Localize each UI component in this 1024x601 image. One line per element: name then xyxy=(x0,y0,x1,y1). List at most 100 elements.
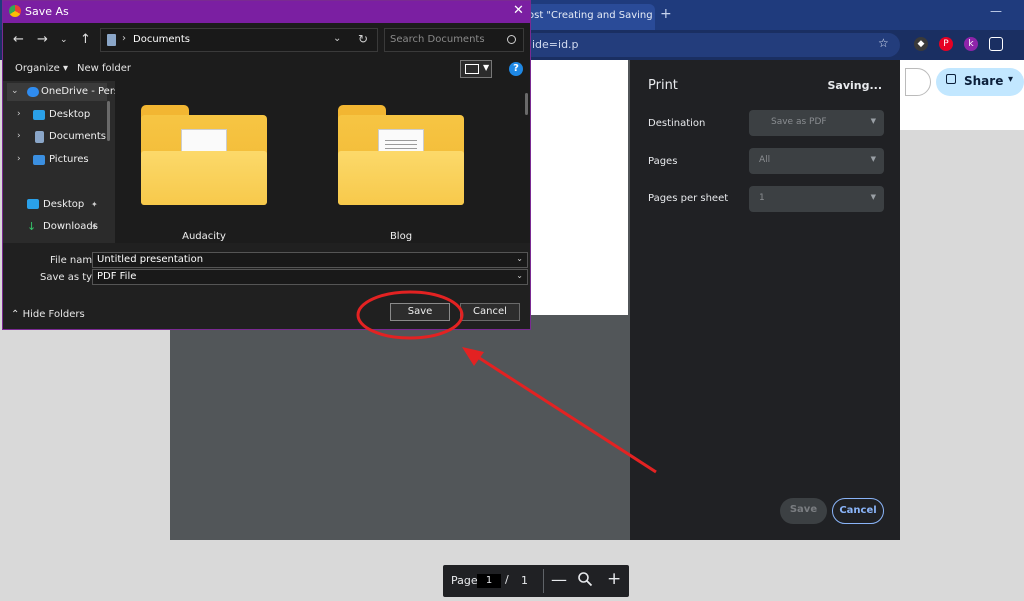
print-status: Saving... xyxy=(827,79,882,92)
minimize-button[interactable]: — xyxy=(990,4,1002,18)
address-bar[interactable]: ide=id.p xyxy=(520,33,900,57)
path-segment-documents[interactable]: Documents xyxy=(133,34,190,45)
chevron-down-icon[interactable]: ⌄ xyxy=(11,86,19,96)
organize-button[interactable]: Organize ▾ xyxy=(15,63,68,74)
file-list-scrollbar[interactable] xyxy=(525,93,528,115)
print-cancel-button[interactable]: Cancel xyxy=(832,498,884,524)
chevron-down-icon: ▼ xyxy=(870,155,876,163)
new-folder-button[interactable]: New folder xyxy=(77,63,131,74)
file-name-input[interactable]: Untitled presentation ⌄ xyxy=(92,252,528,268)
chevron-down-icon: ▼ xyxy=(870,117,876,125)
refresh-icon[interactable]: ↻ xyxy=(358,32,368,46)
chevron-down-icon: ▼ xyxy=(870,193,876,201)
chevron-right-icon[interactable]: › xyxy=(17,109,21,119)
destination-label: Destination xyxy=(648,118,706,129)
chevron-down-icon: ▼ xyxy=(483,63,490,72)
download-arrow-icon: ↓ xyxy=(27,220,37,233)
pin-icon: ✦ xyxy=(91,222,98,231)
chevron-right-icon[interactable]: › xyxy=(17,131,21,141)
extension-pinterest-icon[interactable]: P xyxy=(939,37,953,51)
nav-item-onedrive[interactable]: OneDrive - Perso xyxy=(41,86,115,97)
print-save-button[interactable]: Save xyxy=(780,498,827,524)
pictures-icon xyxy=(33,155,45,165)
recent-locations-icon[interactable]: ⌄ xyxy=(60,35,68,45)
destination-value: Save as PDF xyxy=(771,117,827,127)
destination-select[interactable]: Save as PDF ▼ xyxy=(749,110,884,136)
dialog-title: Save As xyxy=(25,5,69,18)
documents-icon xyxy=(107,34,116,46)
file-name-value: Untitled presentation xyxy=(97,254,204,265)
view-icon xyxy=(465,64,479,74)
file-list: Audacity Blog xyxy=(115,81,530,243)
folder-label-audacity: Audacity xyxy=(182,231,226,242)
dialog-fields: File name: Untitled presentation ⌄ Save … xyxy=(3,243,530,329)
share-dropdown-icon[interactable]: ▾ xyxy=(1008,74,1013,85)
search-placeholder: Search Documents xyxy=(390,34,485,45)
nav-item-documents[interactable]: Documents xyxy=(49,131,106,142)
print-title: Print xyxy=(648,78,678,93)
cancel-button[interactable]: Cancel xyxy=(460,303,520,321)
navigation-pane: ⌄ OneDrive - Perso › Desktop › Documents… xyxy=(3,81,115,243)
pages-per-sheet-label: Pages per sheet xyxy=(648,193,729,204)
nav-item-desktop[interactable]: Desktop xyxy=(49,109,90,120)
search-input[interactable]: Search Documents xyxy=(384,28,524,52)
save-as-type-value: PDF File xyxy=(97,271,137,282)
share-label: Share xyxy=(964,74,1004,88)
dialog-nav-row: ← → ⌄ ↑ › Documents ⌄ ↻ Search Documents xyxy=(3,23,530,57)
dialog-command-bar: Organize ▾ New folder ▼ ? xyxy=(3,57,530,81)
save-button[interactable]: Save xyxy=(390,303,450,321)
chevron-right-icon[interactable]: › xyxy=(17,154,21,164)
path-bar[interactable]: › Documents ⌄ ↻ xyxy=(100,28,378,52)
page-controls: Page 1 / 1 — + xyxy=(443,565,629,597)
zoom-out-button[interactable]: — xyxy=(551,570,567,589)
hide-folders-button[interactable]: ⌃ Hide Folders xyxy=(11,309,85,320)
pages-value: All xyxy=(759,155,771,165)
folder-front xyxy=(141,151,267,205)
zoom-in-button[interactable]: + xyxy=(607,569,621,589)
chevron-up-icon: ⌃ xyxy=(11,309,20,320)
new-tab-button[interactable]: + xyxy=(660,6,672,22)
close-icon[interactable]: ✕ xyxy=(513,3,524,18)
view-options-button[interactable]: ▼ xyxy=(460,60,492,78)
page-label: Page xyxy=(451,574,478,587)
extension-k-icon[interactable]: k xyxy=(964,37,978,51)
folder-front xyxy=(338,151,464,205)
up-arrow-icon[interactable]: ↑ xyxy=(80,32,91,47)
quick-access-desktop[interactable]: Desktop xyxy=(43,199,84,210)
cloud-icon xyxy=(27,87,39,97)
back-arrow-icon[interactable]: ← xyxy=(13,32,24,47)
nav-pane-scrollbar[interactable] xyxy=(107,101,110,141)
search-icon xyxy=(507,35,516,44)
documents-icon xyxy=(35,131,44,143)
save-as-type-select[interactable]: PDF File ⌄ xyxy=(92,269,528,285)
folder-label-blog: Blog xyxy=(389,231,413,242)
pin-icon: ✦ xyxy=(91,200,98,209)
page-number-input[interactable]: 1 xyxy=(477,574,501,588)
pages-select[interactable]: All ▼ xyxy=(749,148,884,174)
page-separator: / xyxy=(505,573,509,586)
pages-label: Pages xyxy=(648,156,678,167)
nav-item-pictures[interactable]: Pictures xyxy=(49,154,89,165)
chevron-down-icon[interactable]: ⌄ xyxy=(333,33,341,44)
chrome-icon xyxy=(9,5,21,17)
page-total: 1 xyxy=(521,574,528,587)
extensions-puzzle-icon[interactable] xyxy=(989,37,1003,51)
chevron-right-icon[interactable]: › xyxy=(122,33,126,44)
browser-tab[interactable]: ost "Creating and Saving xyxy=(520,4,655,30)
save-as-dialog: Save As ✕ ← → ⌄ ↑ › Documents ⌄ ↻ Search… xyxy=(2,0,531,330)
divider xyxy=(543,569,544,593)
pages-per-sheet-value: 1 xyxy=(759,193,765,203)
bookmark-star-icon[interactable]: ☆ xyxy=(878,36,889,50)
chevron-down-icon[interactable]: ⌄ xyxy=(516,254,523,263)
hide-folders-label: Hide Folders xyxy=(22,309,85,320)
quick-access-downloads[interactable]: Downloads xyxy=(43,221,98,232)
fit-to-page-icon[interactable] xyxy=(577,571,593,587)
pages-per-sheet-select[interactable]: 1 ▼ xyxy=(749,186,884,212)
help-icon[interactable]: ? xyxy=(509,62,523,76)
folder-audacity[interactable] xyxy=(141,105,267,205)
print-settings-panel: Print Saving... Destination Save as PDF … xyxy=(630,60,900,540)
forward-arrow-icon[interactable]: → xyxy=(37,32,48,47)
chevron-down-icon[interactable]: ⌄ xyxy=(516,271,523,280)
folder-blog[interactable] xyxy=(338,105,464,205)
extension-shield-icon[interactable]: ◆ xyxy=(914,37,928,51)
